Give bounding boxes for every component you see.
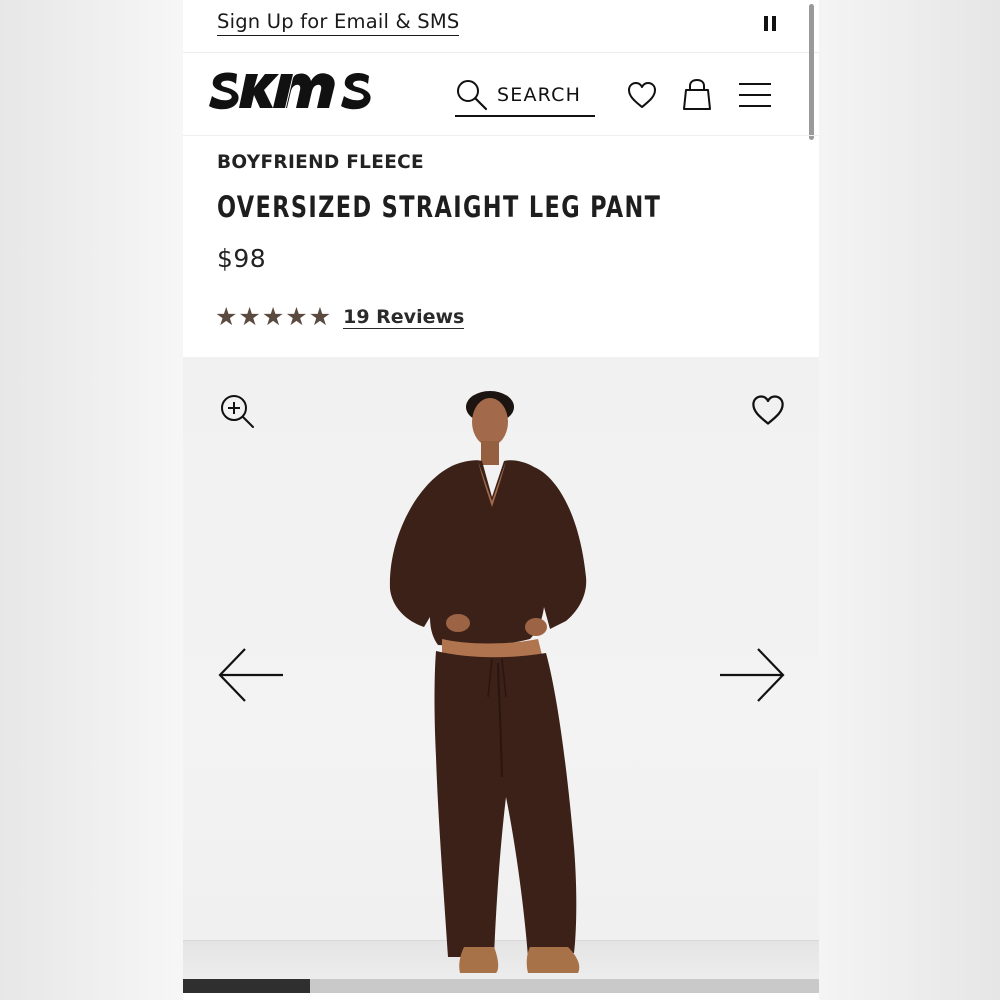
reviews-link[interactable]: 19 Reviews [343, 306, 465, 329]
star-rating: ★ ★ ★ ★ ★ [215, 304, 331, 330]
arrow-left-icon[interactable] [217, 646, 285, 708]
site-header: SEARCH [183, 54, 819, 136]
shopping-bag-icon[interactable] [681, 78, 713, 116]
gallery-progress-bar [183, 979, 819, 993]
skims-logo[interactable] [207, 68, 377, 118]
hamburger-menu-icon[interactable] [738, 81, 772, 113]
star-icon: ★ [308, 302, 332, 331]
heart-icon[interactable] [750, 393, 786, 431]
gallery-progress-fill [183, 979, 311, 993]
star-icon: ★ [285, 302, 308, 331]
star-icon: ★ [261, 302, 285, 331]
pause-bar [772, 15, 776, 31]
pause-bar [764, 15, 768, 31]
star-icon: ★ [215, 302, 238, 331]
star-icon: ★ [238, 302, 261, 331]
arrow-right-icon[interactable] [718, 646, 786, 708]
product-image-gallery[interactable] [183, 357, 819, 993]
zoom-in-icon[interactable] [219, 393, 255, 433]
search-label: SEARCH [497, 83, 582, 106]
promo-bar: Sign Up for Email & SMS [183, 0, 819, 53]
email-sms-signup-link[interactable]: Sign Up for Email & SMS [217, 10, 460, 36]
screenshot-frame: Sign Up for Email & SMS SEARCH BOYFRIEND… [0, 0, 1000, 1000]
search-input[interactable]: SEARCH [455, 74, 595, 117]
product-rating: ★ ★ ★ ★ ★ 19 Reviews [215, 304, 465, 330]
pause-icon[interactable] [760, 13, 780, 33]
product-photo[interactable] [378, 377, 618, 981]
product-collection[interactable]: BOYFRIEND FLEECE [217, 152, 424, 173]
product-price: $98 [217, 244, 267, 273]
search-icon [457, 79, 488, 110]
heart-icon[interactable] [626, 80, 658, 114]
mobile-viewport: Sign Up for Email & SMS SEARCH BOYFRIEND… [183, 0, 819, 1000]
product-title: OVERSIZED STRAIGHT LEG PANT [217, 190, 662, 224]
